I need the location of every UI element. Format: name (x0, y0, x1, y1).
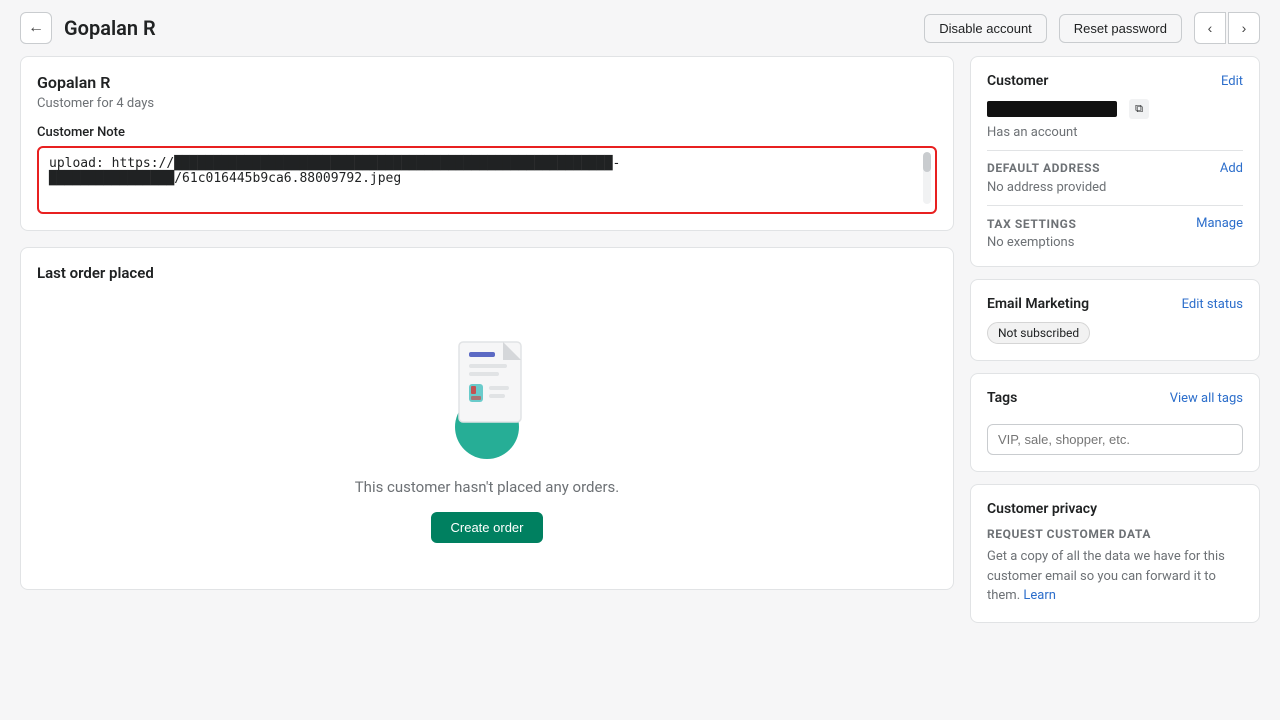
email-marketing-badge: Not subscribed (987, 322, 1090, 344)
empty-orders-section: This customer hasn't placed any orders. … (37, 282, 937, 573)
divider-2 (987, 205, 1243, 206)
tags-header: Tags View all tags (987, 390, 1243, 406)
view-all-tags-link[interactable]: View all tags (1170, 391, 1243, 406)
empty-orders-illustration (427, 322, 547, 462)
edit-email-status-link[interactable]: Edit status (1182, 297, 1243, 312)
disable-account-button[interactable]: Disable account (924, 14, 1047, 43)
last-order-title: Last order placed (37, 264, 937, 282)
empty-orders-text: This customer hasn't placed any orders. (355, 478, 620, 496)
email-marketing-title: Email Marketing (987, 296, 1089, 312)
customer-note-input[interactable]: upload: https://████████████████████████… (39, 148, 935, 208)
note-label: Customer Note (37, 125, 937, 140)
tags-input[interactable] (987, 424, 1243, 455)
last-order-card: Last order placed (20, 247, 954, 590)
customer-privacy-card: Customer privacy REQUEST CUSTOMER DATA G… (970, 484, 1260, 623)
add-address-link[interactable]: Add (1220, 161, 1243, 176)
back-button[interactable]: ← (20, 12, 52, 44)
right-column: Customer Edit ⧉ Has an account DEFAULT A… (970, 56, 1260, 623)
manage-tax-link[interactable]: Manage (1196, 216, 1243, 231)
divider-1 (987, 150, 1243, 151)
customer-info-card: Gopalan R Customer for 4 days Customer N… (20, 56, 954, 231)
next-icon: › (1242, 20, 1247, 36)
top-bar-actions: Disable account Reset password ‹ › (924, 12, 1260, 44)
page-title: Gopalan R (64, 16, 156, 40)
edit-customer-link[interactable]: Edit (1221, 74, 1243, 89)
tags-title: Tags (987, 390, 1017, 406)
learn-more-link[interactable]: Learn (1023, 588, 1056, 603)
customer-section-title: Customer (987, 73, 1048, 89)
back-icon: ← (28, 19, 44, 37)
next-customer-button[interactable]: › (1228, 12, 1260, 44)
nav-arrows: ‹ › (1194, 12, 1260, 44)
customer-name: Gopalan R (37, 73, 937, 92)
tags-card: Tags View all tags (970, 373, 1260, 472)
customer-since: Customer for 4 days (37, 96, 937, 111)
prev-icon: ‹ (1208, 20, 1213, 36)
create-order-button[interactable]: Create order (431, 512, 544, 543)
email-marketing-card: Email Marketing Edit status Not subscrib… (970, 279, 1260, 361)
prev-customer-button[interactable]: ‹ (1194, 12, 1226, 44)
main-layout: Gopalan R Customer for 4 days Customer N… (0, 56, 1280, 643)
customer-section-header: Customer Edit (987, 73, 1243, 89)
customer-privacy-title: Customer privacy (987, 501, 1243, 517)
copy-email-icon[interactable]: ⧉ (1129, 99, 1149, 119)
reset-password-button[interactable]: Reset password (1059, 14, 1182, 43)
has-account-label: Has an account (987, 125, 1243, 140)
tax-exemptions-value: No exemptions (987, 235, 1243, 250)
left-column: Gopalan R Customer for 4 days Customer N… (20, 56, 954, 590)
request-data-label: REQUEST CUSTOMER DATA (987, 527, 1243, 541)
top-bar: ← Gopalan R Disable account Reset passwo… (0, 0, 1280, 56)
email-marketing-header: Email Marketing Edit status (987, 296, 1243, 312)
default-address-value: No address provided (987, 180, 1243, 195)
scrollbar[interactable] (923, 152, 931, 204)
customer-email-redacted (987, 101, 1117, 117)
request-data-text: Get a copy of all the data we have for t… (987, 547, 1243, 606)
scrollbar-thumb (923, 152, 931, 172)
tax-settings-label: TAX SETTINGS (987, 217, 1076, 231)
customer-section-card: Customer Edit ⧉ Has an account DEFAULT A… (970, 56, 1260, 267)
customer-note-wrapper: upload: https://████████████████████████… (37, 146, 937, 214)
